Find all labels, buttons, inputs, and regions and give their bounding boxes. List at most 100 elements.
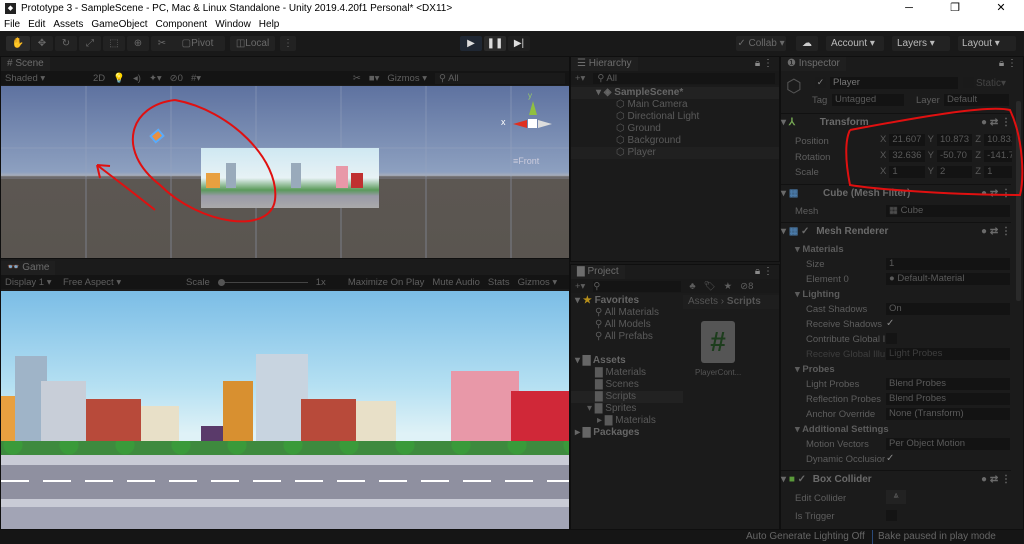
csharp-script-icon[interactable]: #: [701, 321, 735, 363]
gizmos-dropdown[interactable]: Gizmos ▾: [387, 73, 427, 84]
folder-item[interactable]: ▸ ▇ Materials: [571, 415, 683, 427]
gizmo-y-cone-icon[interactable]: [529, 101, 537, 115]
move-tool-icon[interactable]: ✥: [31, 36, 53, 51]
active-checkbox[interactable]: ✓: [815, 77, 826, 88]
breadcrumb-scripts[interactable]: Scripts: [727, 296, 761, 307]
step-button[interactable]: ▶|: [508, 36, 530, 51]
mesh-renderer-header[interactable]: ▾ ▦ ✓ Mesh Renderer ● ⇄ ⋮: [781, 222, 1011, 240]
box-collider-header[interactable]: ▾ ■ ✓ Box Collider ● ⇄ ⋮: [781, 470, 1011, 488]
layers-dropdown[interactable]: Layers ▾: [892, 36, 950, 51]
scale-tool-icon[interactable]: ⤢: [79, 36, 101, 51]
display-dropdown[interactable]: Display 1 ▾: [5, 277, 55, 288]
scene-viewport[interactable]: y x ≡Front: [1, 86, 569, 258]
cloud-icon[interactable]: ☁: [796, 36, 818, 51]
hierarchy-item[interactable]: ⬡ Main Camera: [571, 99, 779, 111]
stats-toggle[interactable]: Stats: [488, 277, 510, 288]
receive-shadows-checkbox[interactable]: ✓: [886, 318, 894, 329]
lock-icon[interactable]: 🔒︎ ⋮: [755, 58, 773, 69]
probes-foldout[interactable]: ▾ Probes: [795, 364, 835, 375]
projection-label[interactable]: ≡Front: [513, 156, 539, 166]
breadcrumb-assets[interactable]: Assets: [688, 296, 718, 307]
transform-header[interactable]: ▾ ⅄ Transform ● ⇄ ⋮: [781, 113, 1011, 131]
maximize-button[interactable]: ❐: [932, 0, 978, 17]
position-y[interactable]: 10.873: [936, 134, 973, 146]
sprites-folder[interactable]: ▾ ▇ Sprites: [571, 403, 683, 415]
hierarchy-search-input[interactable]: ⚲ All: [593, 72, 775, 84]
object-name-input[interactable]: Player: [830, 77, 958, 89]
folder-item[interactable]: ▇ Scenes: [571, 379, 683, 391]
motion-vectors-dropdown[interactable]: Per Object Motion: [886, 438, 1010, 450]
static-dropdown[interactable]: Static▾: [976, 78, 1006, 89]
audio-icon[interactable]: ◂): [133, 73, 141, 84]
mesh-filter-header[interactable]: ▾ ▦ Cube (Mesh Filter) ● ⇄ ⋮: [781, 184, 1011, 202]
inspector-lock-icon[interactable]: 🔒︎ ⋮: [999, 58, 1017, 69]
game-gizmos-dropdown[interactable]: Gizmos ▾: [518, 277, 558, 288]
favorite-icon[interactable]: ★: [724, 281, 733, 292]
folder-item-selected[interactable]: ▇ Scripts: [571, 391, 683, 403]
maximize-on-play-toggle[interactable]: Maximize On Play: [348, 277, 425, 288]
orientation-gizmo[interactable]: y x: [501, 91, 561, 141]
tab-scene[interactable]: # Scene: [1, 57, 50, 71]
tab-inspector[interactable]: ❶ Inspector: [781, 57, 846, 71]
hand-tool-icon[interactable]: ✋: [6, 36, 30, 51]
scale-z[interactable]: 1: [984, 166, 1012, 178]
collab-dropdown[interactable]: ✓ Collab ▾: [736, 36, 786, 51]
position-z[interactable]: 10.831: [984, 134, 1012, 146]
hierarchy-item[interactable]: ⬡ Directional Light: [571, 111, 779, 123]
light-probes-dropdown[interactable]: Blend Probes: [886, 378, 1010, 390]
shading-dropdown[interactable]: Shaded ▾: [5, 73, 85, 84]
camera-icon[interactable]: ■▾: [369, 73, 380, 84]
rotation-y[interactable]: -50.70: [936, 150, 973, 162]
layout-dropdown[interactable]: Layout ▾: [958, 36, 1016, 51]
script-file-label[interactable]: PlayerCont...: [695, 368, 741, 377]
size-field[interactable]: 1: [886, 258, 1010, 270]
scene-background-sprite[interactable]: [201, 148, 379, 208]
filter-type-icon[interactable]: ♣: [689, 281, 695, 292]
close-button[interactable]: ✕: [978, 0, 1024, 17]
tools-icon[interactable]: ✂: [353, 73, 361, 84]
scene-search-input[interactable]: ⚲ All: [435, 72, 565, 84]
scale-slider[interactable]: [217, 278, 308, 286]
tab-game[interactable]: 👓 Game: [1, 261, 56, 275]
game-viewport[interactable]: [1, 291, 569, 529]
aspect-dropdown[interactable]: Free Aspect ▾: [63, 277, 178, 288]
favorite-item[interactable]: ⚲ All Materials: [571, 307, 683, 319]
minimize-button[interactable]: ─: [886, 0, 932, 17]
grid-snap-icon[interactable]: ⋮: [280, 36, 296, 51]
layer-dropdown[interactable]: Default: [944, 94, 1009, 106]
account-dropdown[interactable]: Account ▾: [826, 36, 884, 51]
gizmo-neg-x-cone-icon[interactable]: [538, 120, 552, 128]
assets-folder[interactable]: ▾ ▇ Assets: [571, 355, 683, 367]
contribute-gi-checkbox[interactable]: [886, 333, 897, 344]
2d-toggle[interactable]: 2D: [93, 73, 105, 84]
project-create-button[interactable]: +▾: [575, 281, 585, 292]
scene-root-item[interactable]: ▾ ◈ SampleScene*: [571, 87, 779, 99]
cast-shadows-dropdown[interactable]: On: [886, 303, 1010, 315]
edit-collider-button[interactable]: ⩓: [886, 490, 906, 504]
hierarchy-item[interactable]: ⬡ Ground: [571, 123, 779, 135]
gizmo-x-cone-icon[interactable]: [513, 120, 527, 128]
additional-settings-foldout[interactable]: ▾ Additional Settings: [795, 424, 889, 435]
menu-component[interactable]: Component: [152, 19, 212, 30]
local-toggle[interactable]: ◫Local: [230, 36, 275, 51]
project-search-input[interactable]: ⚲: [593, 280, 682, 292]
menu-window[interactable]: Window: [211, 19, 255, 30]
filter-label-icon[interactable]: 🏷︎: [704, 281, 716, 292]
menu-file[interactable]: File: [0, 19, 24, 30]
materials-foldout[interactable]: ▾ Materials: [795, 244, 844, 255]
menu-edit[interactable]: Edit: [24, 19, 49, 30]
hidden-objects-icon[interactable]: ⊘0: [170, 73, 183, 84]
tab-project[interactable]: ▇ Project: [571, 265, 625, 279]
element0-field[interactable]: ● Default-Material: [886, 273, 1010, 285]
hidden-packages-icon[interactable]: ⊘8: [740, 281, 753, 292]
is-trigger-checkbox[interactable]: [886, 510, 897, 521]
dynamic-occlusion-checkbox[interactable]: ✓: [886, 453, 894, 464]
lighting-icon[interactable]: 💡: [113, 73, 125, 84]
packages-folder[interactable]: ▸ ▇ Packages: [571, 427, 683, 439]
position-x[interactable]: 21.607: [889, 134, 925, 146]
rect-tool-icon[interactable]: ⬚: [103, 36, 125, 51]
receive-gi-dropdown[interactable]: Light Probes: [886, 348, 1010, 360]
gizmo-center-icon[interactable]: [528, 119, 537, 128]
grid-icon[interactable]: #▾: [191, 73, 201, 84]
rotate-tool-icon[interactable]: ↻: [55, 36, 77, 51]
